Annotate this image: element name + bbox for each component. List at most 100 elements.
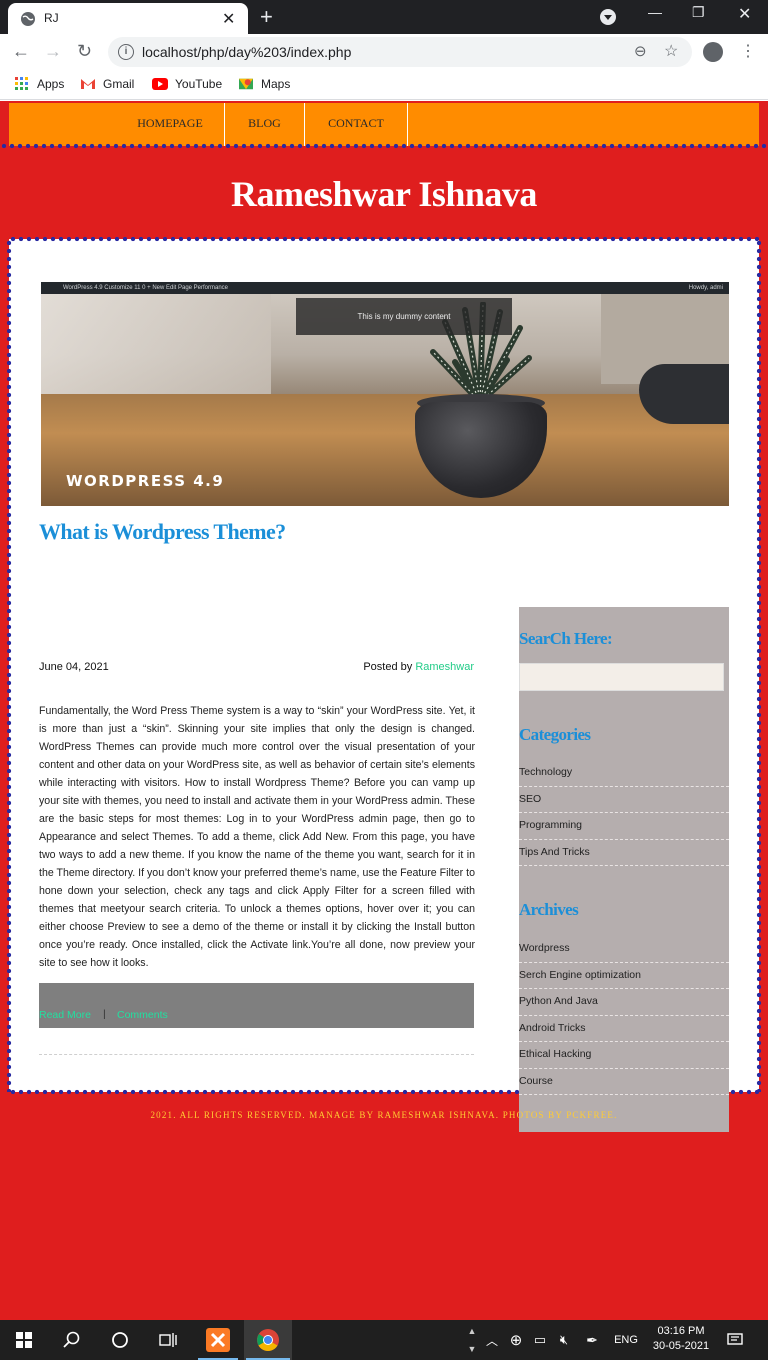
posted-by-label: Posted by [363,661,416,673]
browser-toolbar: ← → ↻ i localhost/php/day%203/index.php … [0,34,768,70]
gmail-icon [81,79,95,89]
category-item[interactable]: Tips And Tricks [519,840,729,866]
archive-item[interactable]: Ethical Hacking [519,1042,729,1069]
categories-list: Technology SEO Programming Tips And Tric… [519,760,729,866]
maps-icon [239,78,253,90]
clock-date: 30-05-2021 [652,1340,710,1352]
close-window-icon[interactable]: ✕ [738,4,751,24]
post-author-link[interactable]: Rameshwar [415,661,474,673]
archive-item[interactable]: Python And Java [519,989,729,1016]
content-panel: WordPress 4.9 Customize 11 0 + New Edit … [6,236,762,1132]
site-title: Rameshwar Ishnava [231,174,537,214]
bookmarks-bar: Apps Gmail YouTube Maps [0,70,768,100]
cortana-icon[interactable] [96,1320,144,1360]
back-icon[interactable]: ← [12,41,30,62]
windows-taskbar: ▲ ▼ ︿ ⊕ ▭ 🔇︎ ✒ ENG 03:16 PM 30-05-2021 [0,1320,768,1360]
hero-label: WORDPRESS 4.9 [66,472,225,490]
wp-admin-bar-howdy: Howdy, admi [688,285,723,291]
zoom-icon[interactable]: ⊖ [634,42,647,60]
post-divider [39,1054,474,1055]
top-navigation: HOMEPAGE BLOG CONTACT [9,103,759,146]
url-text[interactable]: localhost/php/day%203/index.php [142,44,351,60]
content-dotted-border-right [756,239,762,1092]
menu-icon[interactable]: ⋮ [740,41,756,61]
post-byline: Posted by Rameshwar [39,661,474,673]
language-indicator[interactable]: ENG [610,1320,642,1360]
archive-item[interactable]: Wordpress [519,936,729,963]
category-item[interactable]: SEO [519,787,729,813]
browser-tab[interactable]: RJ ✕ [8,3,248,34]
tab-title: RJ [44,11,59,25]
minimize-icon[interactable]: — [648,4,662,20]
bookmark-label: Maps [261,77,291,91]
close-tab-icon[interactable]: ✕ [222,9,235,29]
battery-icon[interactable]: ▭ [530,1320,550,1360]
tab-search-icon[interactable] [600,9,616,25]
bookmark-label: Apps [37,77,65,91]
bookmark-label: YouTube [175,77,223,91]
notifications-icon[interactable] [722,1320,748,1360]
post-title[interactable]: What is Wordpress Theme? [39,519,286,545]
archives-heading: Archives [519,900,579,919]
site-info-icon[interactable]: i [118,44,134,60]
windows-start-icon[interactable] [0,1320,48,1360]
wp-admin-bar-text: WordPress 4.9 Customize 11 0 + New Edit … [63,285,229,291]
new-tab-icon[interactable]: + [260,4,273,30]
reload-icon[interactable]: ↻ [77,41,92,62]
hero-overlay-text: This is my dummy content [296,298,512,335]
bookmark-apps[interactable]: Apps [14,77,64,91]
sidebar: SearCh Here: Categories Technology SEO P… [519,607,729,1132]
show-hidden-icons-icon[interactable]: ︿ [484,1320,500,1360]
comments-link[interactable]: Comments [117,1009,168,1021]
search-icon[interactable] [48,1320,96,1360]
search-heading: SearCh Here: [519,629,613,648]
web-page: HOMEPAGE BLOG CONTACT Rameshwar Ishnava [0,101,768,1320]
archives-list: Wordpress Serch Engine optimization Pyth… [519,936,729,1095]
nav-dotted-border [0,143,768,149]
copyright-text: 2021. ALL RIGHTS RESERVED. MANAGE BY RAM… [150,1110,618,1120]
post-body: Fundamentally, the Word Press Theme syst… [39,705,475,969]
profile-avatar-icon[interactable] [703,42,723,62]
nav-divider [407,103,408,146]
hero-pot-background [639,364,729,424]
taskbar-scroll-arrows-icon[interactable]: ▲ ▼ [464,1320,480,1360]
nav-item-blog[interactable]: BLOG [225,103,304,146]
chrome-taskbar-icon[interactable] [244,1320,292,1360]
bookmark-label: Gmail [103,77,135,91]
wp-admin-bar: WordPress 4.9 Customize 11 0 + New Edit … [41,282,729,294]
categories-heading: Categories [519,725,591,744]
network-globe-icon[interactable]: ⊕ [506,1320,526,1360]
bookmark-star-icon[interactable]: ☆ [664,41,678,61]
category-item[interactable]: Technology [519,760,729,787]
hero-blur-left [41,294,271,394]
forward-icon[interactable]: → [44,41,62,62]
featured-image: WordPress 4.9 Customize 11 0 + New Edit … [41,282,729,506]
content-dotted-border-left [6,239,12,1092]
address-bar[interactable]: i localhost/php/day%203/index.php ⊖ ☆ [108,37,692,67]
clock[interactable]: 03:16 PM 30-05-2021 [648,1323,714,1352]
browser-tab-strip: RJ ✕ + — ❐ ✕ [0,0,768,34]
restore-icon[interactable]: ❐ [692,4,705,21]
volume-muted-icon[interactable]: 🔇︎ [554,1320,574,1360]
clock-time: 03:16 PM [657,1325,705,1337]
footer-separator: | [103,1008,106,1020]
archive-item[interactable]: Serch Engine optimization [519,963,729,989]
nav-item-homepage[interactable]: HOMEPAGE [117,103,223,146]
youtube-icon [152,78,168,90]
search-input[interactable] [519,663,724,691]
read-more-link[interactable]: Read More [39,1009,91,1021]
pen-icon[interactable]: ✒ [582,1320,602,1360]
bookmark-youtube[interactable]: YouTube [152,77,222,91]
bookmark-gmail[interactable]: Gmail [80,77,134,91]
xampp-icon[interactable] [196,1320,240,1360]
post-footer-bar: Read More | Comments [39,983,474,1028]
task-view-icon[interactable] [144,1320,192,1360]
bookmark-maps[interactable]: Maps [238,77,290,91]
apps-grid-icon [15,77,28,90]
content-dotted-border-top [9,236,759,242]
nav-item-contact[interactable]: CONTACT [305,103,407,146]
archive-item[interactable]: Course [519,1069,729,1095]
globe-icon [21,12,35,26]
archive-item[interactable]: Android Tricks [519,1016,729,1042]
category-item[interactable]: Programming [519,813,729,840]
